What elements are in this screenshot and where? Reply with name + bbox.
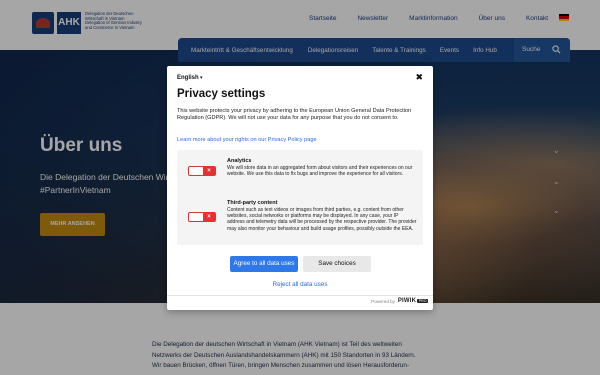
analytics-toggle[interactable]: × [188, 166, 216, 176]
agree-all-button[interactable]: Agree to all data uses [230, 256, 298, 272]
third-party-toggle[interactable]: × [188, 212, 216, 222]
powered-by-piwik[interactable]: Powered by PIWIK PRO [371, 298, 428, 304]
piwik-pro-badge: PRO [417, 299, 428, 303]
close-icon: × [203, 167, 215, 175]
piwik-logo: PIWIK [397, 298, 417, 304]
language-selector[interactable]: English ▾ [177, 75, 203, 81]
divider [167, 295, 433, 296]
powered-by-label: Powered by [371, 298, 395, 304]
option-description: Content such as text videos or images fr… [227, 207, 417, 232]
close-icon[interactable]: ✖ [415, 72, 423, 83]
language-label: English [177, 75, 199, 81]
dialog-title: Privacy settings [177, 88, 266, 100]
consent-options: × Analytics We will store data in an agg… [177, 150, 423, 245]
option-description: We will store data in an aggregated form… [227, 165, 413, 178]
dialog-description: This website protects your privacy by ad… [177, 108, 412, 122]
option-title: Analytics [227, 158, 252, 164]
privacy-settings-dialog: English ▾ ✖ Privacy settings This websit… [167, 66, 433, 310]
close-icon: × [203, 213, 215, 221]
save-choices-button[interactable]: Save choices [303, 256, 371, 272]
reject-all-link[interactable]: Reject all data uses [167, 281, 433, 288]
option-title: Third-party content [227, 200, 278, 206]
chevron-down-icon: ▾ [198, 75, 203, 81]
privacy-policy-link[interactable]: Learn more about your rights on our Priv… [177, 137, 317, 143]
